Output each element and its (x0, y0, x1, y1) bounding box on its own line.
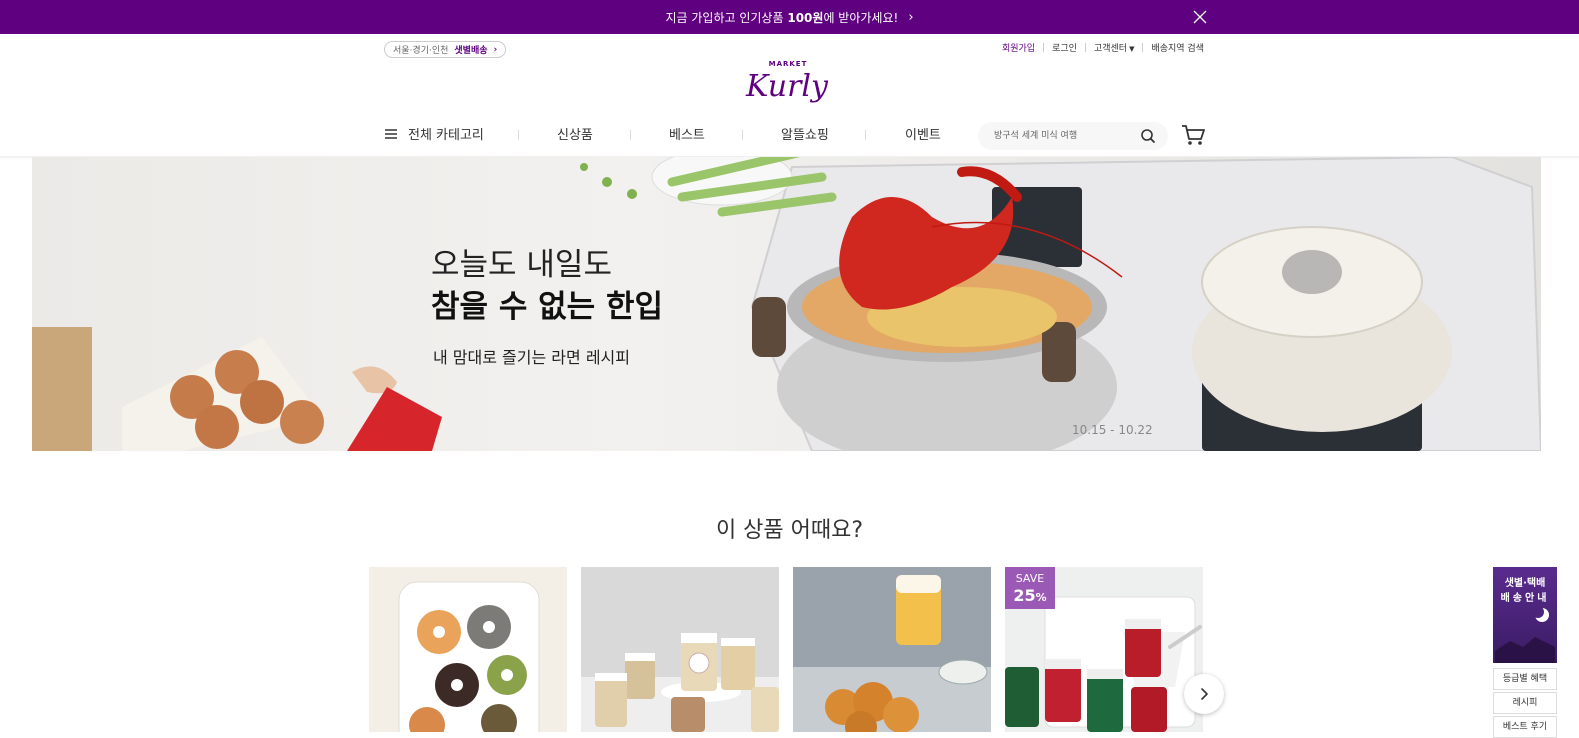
chevron-right-icon: › (908, 9, 914, 25)
all-category-button[interactable]: 전체 카테고리 (384, 124, 484, 143)
chevron-right-icon: › (493, 44, 498, 55)
delivery-guide-banner[interactable]: 샛별·택배 배송안내 (1493, 567, 1557, 663)
user-links: 회원가입 로그인 고객센터 ▼ 배송지역 검색 (1002, 41, 1204, 54)
hamburger-icon (385, 128, 397, 139)
search-icon[interactable] (1140, 128, 1156, 144)
logo-small-text: MARKET (769, 60, 808, 68)
promo-text[interactable]: 지금 가입하고 인기상품 100원에 받아가세요! (665, 9, 898, 26)
promo-text-suffix: 에 받아가세요! (823, 10, 899, 25)
save-badge-unit: % (1035, 591, 1047, 604)
banner-subtitle: 내 맘대로 즐기는 라면 레시피 (433, 348, 630, 367)
divider (630, 130, 631, 140)
product-card[interactable] (793, 567, 991, 732)
section-title: 이 상품 어때요? (715, 518, 864, 543)
chevron-right-icon (1201, 688, 1208, 700)
delivery-area-pill[interactable]: 서울·경기·인천 샛별배송 › (384, 41, 507, 58)
divider (1084, 43, 1086, 52)
signup-link[interactable]: 회원가입 (1002, 41, 1035, 54)
delivery-guide-line1: 샛별·택배 (1504, 578, 1546, 589)
customer-center-link[interactable]: 고객센터 ▼ (1094, 41, 1135, 54)
product-card[interactable] (369, 567, 567, 732)
nav-events[interactable]: 이벤트 (905, 124, 941, 143)
product-card[interactable] (581, 567, 779, 732)
login-link[interactable]: 로그인 (1052, 41, 1077, 54)
divider (742, 130, 743, 140)
save-badge-value-wrap: 25% (1005, 586, 1055, 605)
promo-text-highlight: 100원 (787, 10, 824, 25)
save-discount-badge: SAVE 25% (1005, 567, 1055, 609)
promo-bar[interactable]: 지금 가입하고 인기상품 100원에 받아가세요! › (0, 0, 1579, 34)
product-image-donuts (369, 567, 567, 732)
all-category-label: 전체 카테고리 (408, 128, 484, 143)
delivery-type-text: 샛별배송 (454, 46, 488, 56)
nav-new-products[interactable]: 신상품 (557, 124, 593, 143)
delivery-area-search-link[interactable]: 배송지역 검색 (1151, 41, 1204, 54)
carousel-next-button[interactable] (1184, 674, 1224, 714)
divider (1043, 43, 1045, 52)
search-box (978, 122, 1168, 150)
close-icon[interactable] (1191, 8, 1209, 26)
moon-icon (1495, 606, 1555, 663)
quick-menu-best-reviews[interactable]: 베스트 후기 (1493, 716, 1557, 738)
divider (1142, 43, 1144, 52)
nav-best[interactable]: 베스트 (669, 124, 705, 143)
caret-down-icon: ▼ (1129, 45, 1135, 53)
promo-text-prefix: 지금 가입하고 인기상품 (665, 10, 788, 25)
search-input[interactable] (994, 128, 1134, 144)
delivery-area-text: 서울·경기·인천 (393, 46, 449, 56)
save-badge-value: 25 (1013, 586, 1036, 605)
cart-icon[interactable] (1180, 122, 1206, 148)
divider (518, 130, 519, 140)
logo-main-text: Kurly (745, 69, 829, 104)
divider (865, 130, 866, 140)
product-image-jars (581, 567, 779, 732)
quick-menu-recipes[interactable]: 레시피 (1493, 692, 1557, 714)
customer-center-label: 고객센터 (1093, 44, 1128, 54)
quick-menu-grade-benefits[interactable]: 등급별 혜택 (1493, 668, 1557, 690)
main-banner[interactable]: 오늘도 내일도 참을 수 없는 한입 내 맘대로 즐기는 라면 레시피 10.1… (32, 157, 1541, 451)
banner-headline-1: 오늘도 내일도 (431, 247, 612, 283)
save-badge-label: SAVE (1015, 572, 1045, 585)
banner-illustration (32, 157, 1541, 451)
banner-date-range: 10.15 - 10.22 (1072, 423, 1153, 437)
product-image-fried-chicken (793, 567, 991, 732)
banner-headline-2: 참을 수 없는 한입 (431, 289, 664, 325)
kurly-logo[interactable]: MARKET Kurly (744, 58, 830, 108)
nav-bargain[interactable]: 알뜰쇼핑 (781, 124, 829, 143)
